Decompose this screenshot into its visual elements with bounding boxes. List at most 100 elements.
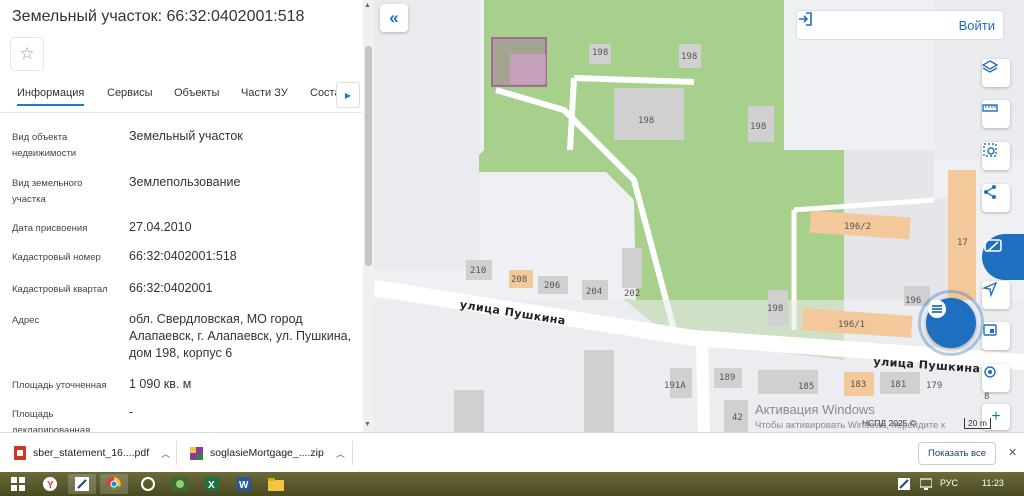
building-label: 196/1 xyxy=(838,320,866,330)
parcel-building xyxy=(510,54,546,84)
building-label: 196 xyxy=(905,296,922,306)
left-block xyxy=(374,0,479,270)
row-label-area-specified: Площадь уточненная xyxy=(12,380,107,391)
locate-icon xyxy=(984,366,996,378)
building-label: 17 xyxy=(957,238,968,248)
building-label: 191А xyxy=(664,381,686,391)
app-window: Земельный участок: 66:32:0402001:518 ☆ И… xyxy=(0,0,1024,496)
select-area-button[interactable] xyxy=(982,142,1010,170)
tabs-next-button[interactable]: ▶ xyxy=(336,82,360,108)
building-label: 204 xyxy=(586,287,603,297)
ruler-icon xyxy=(982,104,998,112)
navigate-button[interactable] xyxy=(982,281,1010,309)
chevron-up-icon[interactable]: ︿ xyxy=(336,447,345,460)
collapse-panel-button[interactable]: « xyxy=(380,4,408,32)
tab-information[interactable]: Информация xyxy=(17,87,85,106)
download-filename: soglasieMortgage_....zip xyxy=(210,447,324,459)
building xyxy=(614,88,684,140)
footpath-2 xyxy=(573,75,695,85)
building-label: 8 xyxy=(984,392,990,402)
panel-icon xyxy=(983,324,997,336)
row-value-cadastral-quarter: 66:32:0402001 xyxy=(129,281,213,295)
word-icon[interactable]: W xyxy=(230,474,258,494)
row-value-area-declared: - xyxy=(129,405,134,419)
row-label-assign-date: Дата присвоения xyxy=(12,223,88,234)
panel-scrollbar[interactable]: ▲ ▼ xyxy=(363,0,374,432)
row-value-land-type: Землепользование xyxy=(129,175,241,189)
file-manager-icon[interactable] xyxy=(166,474,194,494)
scroll-up-icon[interactable]: ▲ xyxy=(364,2,371,9)
download-item[interactable]: sber_statement_16....pdf ︿ xyxy=(14,433,170,473)
login-label: Войти xyxy=(958,17,995,33)
start-icon[interactable] xyxy=(4,474,32,494)
building-label: 198 xyxy=(638,116,655,126)
excel-icon[interactable]: X xyxy=(198,474,226,494)
building-label: 181 xyxy=(890,380,907,390)
download-separator xyxy=(176,441,177,465)
clock[interactable]: 11:23 xyxy=(982,478,1004,488)
download-filename: sber_statement_16....pdf xyxy=(33,447,150,459)
building-label: 189 xyxy=(719,373,736,383)
panel-toggle-button[interactable] xyxy=(982,322,1010,350)
building-label: 42 xyxy=(732,413,743,423)
tab-bar: Информация Сервисы Объекты Части ЗУ Сост… xyxy=(0,82,362,112)
download-separator xyxy=(352,441,353,465)
building-label: 198 xyxy=(592,48,609,58)
yandex-browser-icon[interactable]: Y xyxy=(36,474,64,494)
pdf-file-icon xyxy=(14,446,26,460)
taskbar: Y X W РУС 11:23 xyxy=(0,472,1024,496)
select-area-icon xyxy=(983,143,997,157)
row-label-object-type: Вид объекта недвижимости xyxy=(12,132,77,159)
building xyxy=(584,350,614,432)
building-label: 202 xyxy=(624,289,641,299)
row-label-address: Адрес xyxy=(12,315,40,326)
building-label: 179 xyxy=(926,381,943,391)
footpath-3 xyxy=(567,77,577,151)
menu-list-icon xyxy=(928,300,946,318)
chrome-icon[interactable] xyxy=(100,474,128,494)
building-label: 208 xyxy=(511,275,528,285)
show-all-button[interactable]: Показать все xyxy=(918,442,996,465)
row-value-cadastral-number: 66:32:0402001:518 xyxy=(129,249,237,263)
row-value-area-specified: 1 090 кв. м xyxy=(129,377,192,391)
activation-watermark-title: Активация Windows xyxy=(755,402,875,417)
building xyxy=(454,390,484,432)
downloads-bar: sber_statement_16....pdf ︿ soglasieMortg… xyxy=(0,432,1024,472)
tab-parts[interactable]: Части ЗУ xyxy=(241,87,288,99)
info-panel: Земельный участок: 66:32:0402001:518 ☆ И… xyxy=(0,0,374,432)
layers-button[interactable] xyxy=(982,59,1010,87)
star-icon[interactable]: ☆ xyxy=(10,37,44,71)
row-label-land-type: Вид земельного участка xyxy=(12,178,83,205)
print-button[interactable] xyxy=(982,234,1024,280)
share-icon xyxy=(984,185,996,199)
ruler-button[interactable] xyxy=(982,100,1010,128)
map-view[interactable]: 198 198 198 198 198 196/2 196/1 17 196 2… xyxy=(374,0,1024,432)
app-icon[interactable] xyxy=(68,474,96,494)
scroll-thumb[interactable] xyxy=(365,46,372,266)
row-label-cadastral-quarter: Кадастровый квартал xyxy=(12,284,108,295)
building-orange xyxy=(948,170,976,300)
row-value-assign-date: 27.04.2010 xyxy=(129,220,192,234)
download-item[interactable]: soglasieMortgage_....zip ︿ xyxy=(190,433,345,473)
building-label: 198 xyxy=(681,52,698,62)
share-button[interactable] xyxy=(982,184,1010,212)
locate-button[interactable] xyxy=(982,364,1010,392)
svg-text:X: X xyxy=(208,480,215,491)
network-icon[interactable] xyxy=(912,474,940,494)
svg-text:Y: Y xyxy=(47,480,54,491)
row-label-cadastral-number: Кадастровый номер xyxy=(12,252,101,263)
login-button[interactable]: Войти xyxy=(796,10,1004,40)
tab-composition[interactable]: Состав ЗУ xyxy=(310,87,336,99)
panel-title: Земельный участок: 66:32:0402001:518 xyxy=(12,8,305,25)
language-indicator[interactable]: РУС xyxy=(940,478,958,488)
main-menu-button[interactable] xyxy=(926,298,976,348)
chevron-up-icon[interactable]: ︿ xyxy=(161,447,170,460)
building-label: 196/2 xyxy=(844,222,872,232)
building-label: 210 xyxy=(470,266,487,276)
app2-icon[interactable] xyxy=(134,474,162,494)
close-icon[interactable]: ✕ xyxy=(1008,446,1017,459)
tab-services[interactable]: Сервисы xyxy=(107,87,153,99)
scroll-down-icon[interactable]: ▼ xyxy=(364,421,371,428)
explorer-icon[interactable] xyxy=(262,474,290,494)
tab-objects[interactable]: Объекты xyxy=(174,87,219,99)
